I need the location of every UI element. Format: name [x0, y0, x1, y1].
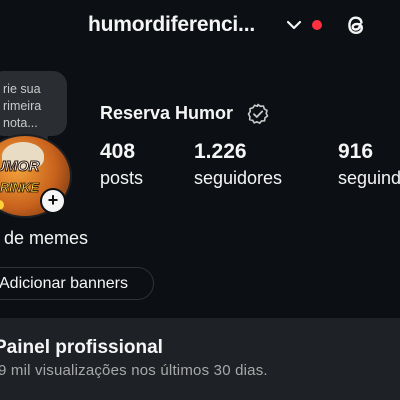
- username-switcher[interactable]: humordiferenci...: [88, 13, 255, 37]
- profile-screen: humordiferenci... rie sua rimeira nota..…: [0, 0, 400, 400]
- note-line: nota...: [3, 116, 38, 130]
- following-stat[interactable]: 916 seguindo: [338, 140, 400, 192]
- threads-icon[interactable]: [341, 10, 371, 40]
- professional-dashboard-panel[interactable]: Painel profissional 9 mil visualizações …: [0, 318, 400, 400]
- verified-badge-icon[interactable]: [247, 103, 269, 125]
- add-banners-button[interactable]: Adicionar banners: [0, 267, 154, 300]
- chevron-down-icon[interactable]: [285, 16, 303, 34]
- following-label: seguindo: [338, 168, 400, 188]
- create-note-bubble[interactable]: rie sua rimeira nota...: [0, 71, 67, 136]
- posts-count: 408: [100, 140, 136, 163]
- avatar-logo-text: GRINKE: [0, 180, 39, 196]
- profile-bio: de memes: [4, 228, 89, 248]
- professional-dashboard-subtitle: 9 mil visualizações nos últimos 30 dias.: [0, 362, 268, 379]
- posts-label: posts: [100, 168, 144, 188]
- paw-icon: [0, 200, 4, 210]
- profile-display-name: Reserva Humor: [100, 103, 234, 123]
- note-line: rie sua: [3, 82, 41, 96]
- followers-count: 1.226: [194, 140, 247, 163]
- note-line: rimeira: [3, 99, 42, 113]
- professional-dashboard-title: Painel profissional: [0, 337, 163, 358]
- add-story-button[interactable]: +: [40, 188, 66, 214]
- notification-dot: [312, 20, 322, 30]
- followers-label: seguidores: [194, 168, 283, 188]
- posts-stat[interactable]: 408 posts: [100, 140, 143, 192]
- followers-stat[interactable]: 1.226 seguidores: [194, 140, 282, 192]
- following-count: 916: [338, 140, 374, 163]
- avatar-logo-text: HUMOR: [0, 158, 40, 176]
